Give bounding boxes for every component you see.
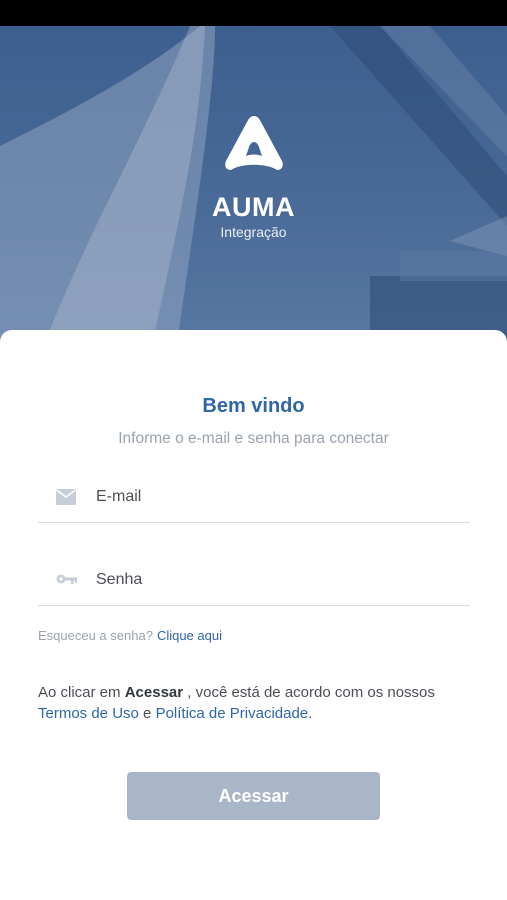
email-input[interactable]	[96, 482, 456, 512]
status-bar	[0, 0, 507, 26]
terms-prefix: Ao clicar em	[38, 684, 125, 701]
terms-action-word: Acessar	[124, 684, 184, 701]
privacy-policy-link[interactable]: Política de Privacidade.	[156, 705, 313, 722]
password-input[interactable]	[96, 565, 456, 595]
terms-middle: , você está de acordo com os nossos	[183, 684, 435, 701]
auma-logo-icon	[224, 116, 283, 170]
email-field	[38, 472, 470, 523]
login-card: Bem vindo Informe o e-mail e senha para …	[0, 330, 507, 900]
brand-name: AUMA	[212, 192, 295, 222]
forgot-password: Esqueceu a senha? Clique aqui	[38, 628, 222, 643]
welcome-subtitle: Informe o e-mail e senha para conectar	[118, 430, 389, 447]
hero-banner: AUMA Integração	[0, 26, 507, 356]
terms-conjunction: e	[138, 705, 156, 722]
terms-notice: Ao clicar em Acessar , você está de acor…	[38, 682, 468, 724]
brand-subtitle: Integração	[220, 224, 287, 240]
forgot-password-link[interactable]: Clique aqui	[157, 628, 222, 643]
login-submit-button[interactable]: Acessar	[127, 772, 380, 820]
password-field	[38, 555, 470, 606]
terms-of-use-link[interactable]: Termos de Uso	[38, 705, 139, 722]
forgot-question: Esqueceu a senha?	[38, 628, 153, 643]
welcome-title: Bem vindo	[202, 395, 305, 417]
key-icon	[56, 572, 78, 591]
brand-logo: AUMA Integração	[0, 114, 507, 240]
mail-icon	[56, 489, 76, 510]
